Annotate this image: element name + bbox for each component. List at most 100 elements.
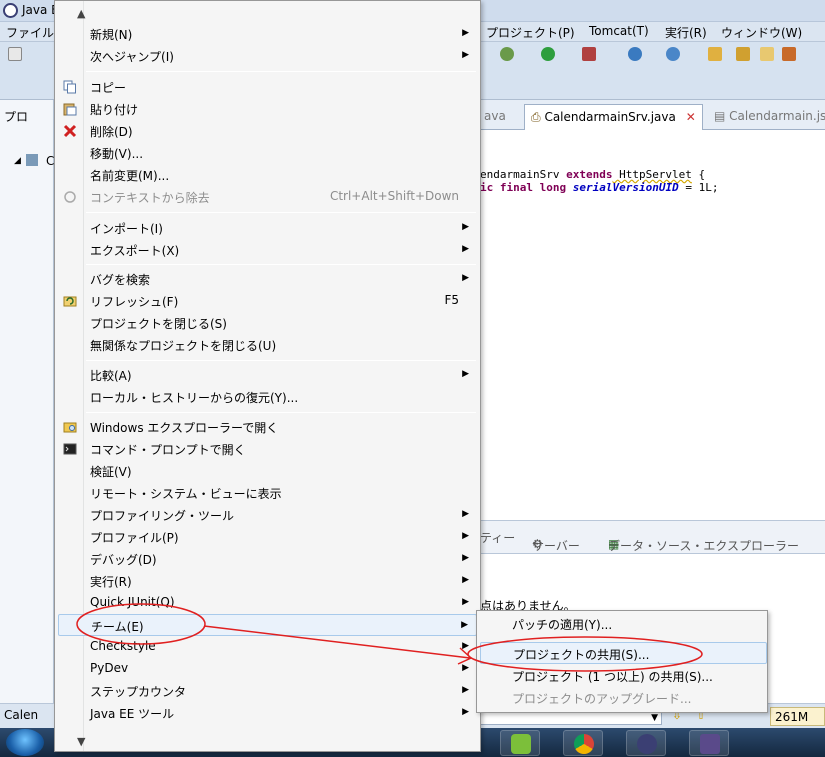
menu-item-copy[interactable]: コピー [58,76,477,98]
code-editor[interactable]: endarmainSrv extends HttpServlet { ic fi… [480,168,718,194]
submenu-arrow-icon: ▶ [462,244,469,254]
menu-item-java-ee-tools[interactable]: Java EE ツール ▶ [58,702,477,724]
tab-calendarmainsrv[interactable]: ⎙ CalendarmainSrv.java ✕ [524,104,703,130]
copy-icon [63,80,76,94]
debug-icon[interactable] [500,47,514,61]
submenu-item-share-project[interactable]: プロジェクトの共用(S)... [480,642,767,664]
submenu-arrow-icon: ▶ [461,620,468,630]
submenu-arrow-icon: ▶ [462,28,469,38]
menu-item-debug[interactable]: デバッグ(D) ▶ [58,548,477,570]
menu-item-validate[interactable]: 検証(V) [58,460,477,482]
menu-item-team[interactable]: チーム(E) ▶ [58,614,477,636]
memory-indicator[interactable]: 261M [770,707,825,726]
remove-context-icon [64,191,76,203]
tab-label: Calendarmain.jsp [729,109,825,123]
menu-item-paste[interactable]: 貼り付け [58,98,477,120]
menu-window[interactable]: ウィンドウ(W) [721,24,802,41]
project-explorer-panel: プロ ◢ C [0,100,54,720]
menu-item-remove-from-context: コンテキストから除去 Ctrl+Alt+Shift+Down [58,186,477,208]
java-file-icon: ⎙ [531,110,541,124]
menu-item-close-unrelated[interactable]: 無関係なプロジェクトを閉じる(U) [58,334,477,356]
menu-item-run[interactable]: 実行(R) ▶ [58,570,477,592]
menu-item-profiling-tools[interactable]: プロファイリング・ツール ▶ [58,504,477,526]
new-icon[interactable] [8,47,22,61]
scroll-down-arrow-icon[interactable]: ▼ [77,735,85,748]
menu-item-compare[interactable]: 比較(A) ▶ [58,364,477,386]
submenu-item-share-projects[interactable]: プロジェクト (1 つ以上) の共用(S)... [480,665,767,687]
menu-item-quick-junit[interactable]: Quick JUnit(Q) ▶ [58,592,477,614]
menu-run[interactable]: 実行(R) [665,24,707,41]
java-ee-ide-icon[interactable] [689,730,729,756]
tab-calendarmain-jsp[interactable]: ▤ Calendarmain.jsp [708,104,825,130]
menu-item-open-explorer[interactable]: Windows エクスプローラーで開く [58,416,477,438]
tab-java-file[interactable]: ava [478,104,512,130]
submenu-arrow-icon: ▶ [462,273,469,283]
menu-separator [86,71,476,72]
menu-tomcat[interactable]: Tomcat(T) [589,24,649,38]
close-icon[interactable]: ✕ [686,110,696,124]
menu-item-find-bugs[interactable]: バグを検索 ▶ [58,268,477,290]
menu-item-open-command-prompt[interactable]: コマンド・プロンプトで開く [58,438,477,460]
menu-item-remote-system-view[interactable]: リモート・システム・ビューに表示 [58,482,477,504]
menu-item-close-project[interactable]: プロジェクトを閉じる(S) [58,312,477,334]
submenu-arrow-icon: ▶ [462,222,469,232]
lower-view-tabs: ティー ⚙ サーバー ▦ データ・ソース・エクスプローラー [480,520,825,554]
menu-item-profile[interactable]: プロファイル(P) ▶ [58,526,477,548]
submenu-arrow-icon: ▶ [462,663,469,673]
eclipse-logo-icon [3,3,18,18]
submenu-arrow-icon: ▶ [462,641,469,651]
menu-item-rename[interactable]: 名前変更(M)... [58,164,477,186]
submenu-arrow-icon: ▶ [462,369,469,379]
open-resource-icon[interactable] [736,47,750,61]
menu-file[interactable]: ファイル [6,24,54,41]
submenu-arrow-icon: ▶ [462,553,469,563]
project-explorer-tab[interactable]: プロ [4,108,28,125]
menu-item-move[interactable]: 移動(V)... [58,142,477,164]
menu-item-export[interactable]: エクスポート(X) ▶ [58,239,477,261]
menu-item-go-into[interactable]: 次へジャンプ(I) ▶ [58,45,477,67]
menu-separator [86,360,476,361]
submenu-arrow-icon: ▶ [462,531,469,541]
folder-explore-icon [63,422,77,433]
menu-item-delete[interactable]: 削除(D) [58,120,477,142]
refresh-icon [63,296,77,307]
tree-expand-icon[interactable]: ◢ [14,156,21,166]
open-type-icon[interactable] [708,47,722,61]
submenu-arrow-icon: ▶ [462,707,469,717]
new-java-class-icon[interactable] [666,47,680,61]
menu-item-step-counter[interactable]: ステップカウンタ ▶ [58,680,477,702]
search-icon[interactable] [760,47,774,61]
new-server-icon[interactable] [628,47,642,61]
submenu-arrow-icon: ▶ [462,597,469,607]
external-tools-icon[interactable] [582,47,596,61]
menu-separator [86,212,476,213]
menu-item-import[interactable]: インポート(I) ▶ [58,217,477,239]
menu-item-new[interactable]: 新規(N) ▶ [58,23,477,45]
context-menu: ▲ 新規(N) ▶ 次へジャンプ(I) ▶ コピー 貼り付け 削除(D) 移動(V)… [54,0,481,752]
scroll-up-arrow-icon[interactable]: ▲ [77,7,85,20]
start-button[interactable] [6,729,44,756]
chrome-icon[interactable] [563,730,603,756]
edit-icon[interactable] [782,47,796,61]
code-line-1: endarmainSrv extends HttpServlet { [480,168,706,181]
menu-item-refresh[interactable]: リフレッシュ(F) F5 [58,290,477,312]
submenu-item-apply-patch[interactable]: パッチの適用(Y)... [480,613,767,635]
eclipse-icon[interactable] [626,730,666,756]
menu-item-checkstyle[interactable]: Checkstyle ▶ [58,636,477,658]
menu-separator [86,264,476,265]
status-left-label: Calen [4,708,39,722]
project-icon [26,154,38,166]
taskbar-app-icon[interactable] [500,730,540,756]
menu-item-pydev[interactable]: PyDev ▶ [58,658,477,680]
submenu-item-upgrade-projects: プロジェクトのアップグレード... [512,692,692,706]
terminal-icon [63,443,77,455]
submenu-arrow-icon: ▶ [462,575,469,585]
submenu-arrow-icon: ▶ [462,509,469,519]
jsp-file-icon: ▤ [714,109,726,123]
delete-icon [63,124,77,138]
tab-properties[interactable]: ティー [480,529,515,546]
team-submenu: パッチの適用(Y)... プロジェクトの共用(S)... プロジェクト (1 つ… [476,610,768,713]
menu-item-restore-history[interactable]: ローカル・ヒストリーからの復元(Y)... [58,386,477,408]
menu-project[interactable]: プロジェクト(P) [486,24,575,41]
run-icon[interactable] [541,47,555,61]
